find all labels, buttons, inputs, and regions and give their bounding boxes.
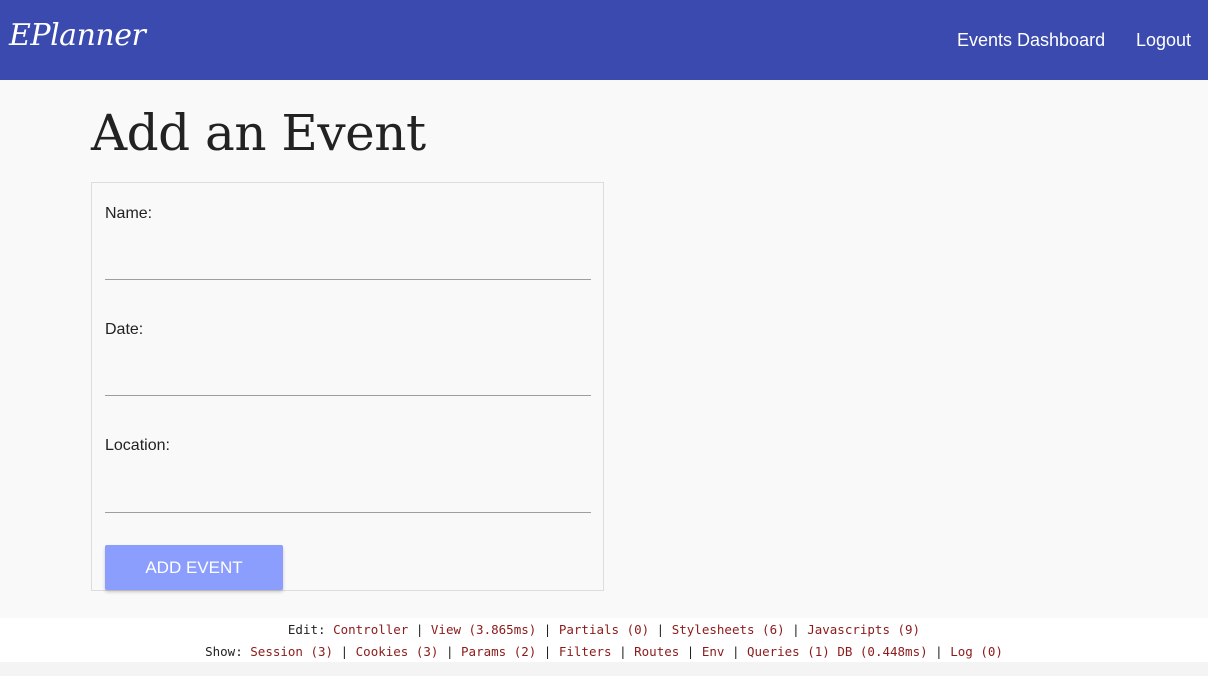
debug-link-controller[interactable]: Controller [333,622,408,637]
page-bottom-strip [0,662,1208,676]
debug-link-view[interactable]: View (3.865ms) [431,622,536,637]
debug-show-prefix: Show: [205,644,243,659]
top-navbar: EPlanner Events Dashboard Logout [0,0,1208,80]
name-label: Name: [105,205,153,222]
debug-edit-row: Edit: Controller | View (3.865ms) | Part… [287,622,921,637]
debug-link-log[interactable]: Log (0) [950,644,1003,659]
debug-link-params[interactable]: Params (2) [461,644,536,659]
page-title: Add an Event [91,104,426,162]
debug-link-partials[interactable]: Partials (0) [559,622,649,637]
name-input[interactable] [105,240,591,280]
debug-link-env[interactable]: Env [702,644,725,659]
debug-link-session[interactable]: Session (3) [250,644,333,659]
debug-link-routes[interactable]: Routes [634,644,679,659]
brand-logo[interactable]: EPlanner [9,18,146,53]
add-event-button[interactable]: Add Event [105,545,283,590]
debug-link-javascripts[interactable]: Javascripts (9) [807,622,920,637]
debug-link-filters[interactable]: Filters [559,644,612,659]
debug-toolbar: Edit: Controller | View (3.865ms) | Part… [0,618,1208,662]
debug-link-stylesheets[interactable]: Stylesheets (6) [672,622,785,637]
events-dashboard-link[interactable]: Events Dashboard [957,30,1105,51]
date-label: Date: [105,321,144,338]
debug-link-queries[interactable]: Queries (1) DB (0.448ms) [747,644,928,659]
location-label: Location: [105,437,170,454]
location-input[interactable] [105,473,591,513]
add-event-form: Name: Date: Location: Add Event [91,182,604,591]
logout-link[interactable]: Logout [1136,30,1191,51]
date-input[interactable] [105,356,591,396]
debug-show-row: Show: Session (3) | Cookies (3) | Params… [205,644,1003,659]
debug-link-cookies[interactable]: Cookies (3) [356,644,439,659]
debug-edit-prefix: Edit: [287,622,326,637]
